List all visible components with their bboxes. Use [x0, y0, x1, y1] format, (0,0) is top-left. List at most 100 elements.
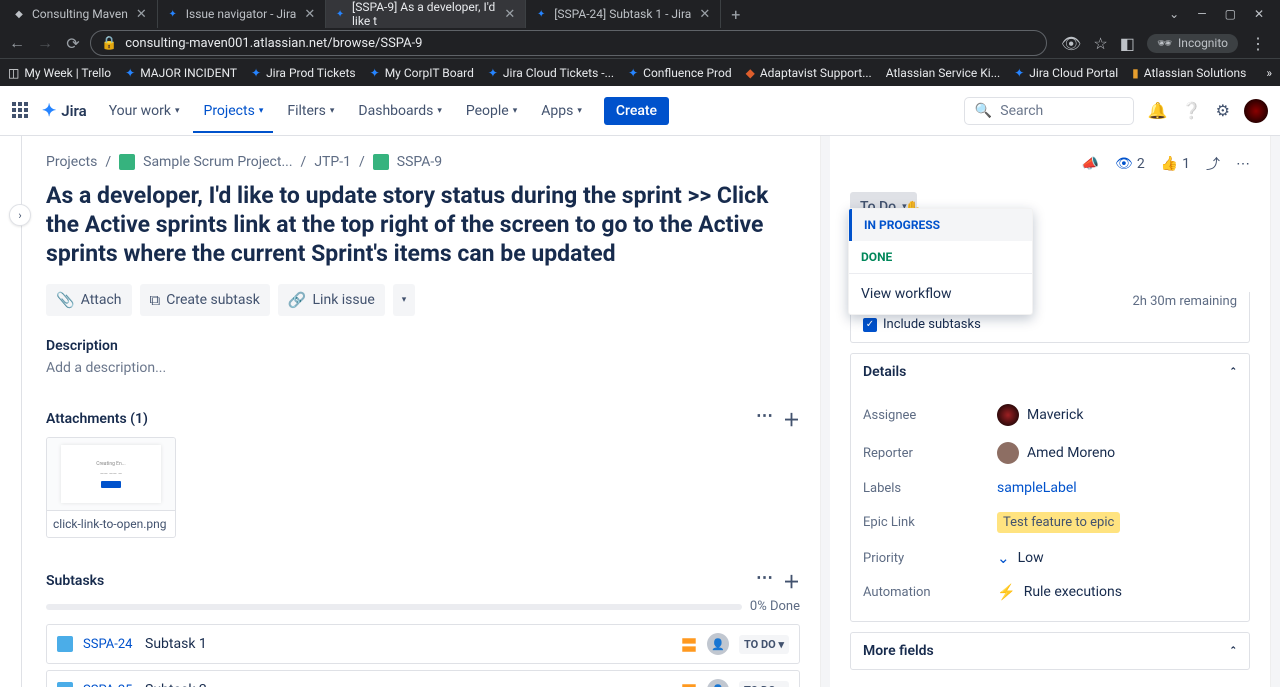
jira-logo[interactable]: ✦Jira: [42, 101, 87, 121]
status-option-done[interactable]: DONE: [849, 241, 1032, 273]
more-fields-header[interactable]: More fields⌃: [851, 633, 1249, 669]
like-button[interactable]: 👍 1: [1161, 156, 1190, 172]
nav-filters[interactable]: Filters▾: [277, 97, 344, 125]
nav-your-work[interactable]: Your work▾: [99, 97, 190, 125]
nav-dashboards[interactable]: Dashboards▾: [348, 97, 451, 125]
back-button[interactable]: ←: [6, 33, 28, 53]
close-icon[interactable]: ✕: [302, 7, 317, 22]
feedback-icon[interactable]: 📣: [1082, 156, 1099, 172]
priority-icon: 〓: [681, 678, 697, 687]
attachment-card[interactable]: Creating En...—— —— — click-link-to-open…: [46, 437, 176, 538]
details-header[interactable]: Details⌃: [851, 354, 1249, 390]
bookmark[interactable]: ✦ Confluence Prod: [628, 66, 732, 80]
address-bar[interactable]: 🔒 consulting-maven001.atlassian.net/brow…: [90, 30, 1047, 56]
chevron-down-icon[interactable]: ⌄: [1169, 7, 1179, 21]
link-dropdown[interactable]: ▾: [393, 284, 416, 316]
new-tab-button[interactable]: +: [721, 5, 750, 24]
priority-value[interactable]: ⌄Low: [997, 549, 1044, 567]
expand-sidebar-button[interactable]: ›: [9, 204, 31, 226]
crumb-parent[interactable]: JTP-1: [314, 154, 351, 170]
subtask-key[interactable]: SSPA-25: [83, 683, 135, 687]
bookmark[interactable]: ✦ Jira Cloud Portal: [1014, 66, 1118, 80]
bookmark[interactable]: ▮ Atlassian Solutions: [1132, 66, 1246, 80]
bookmark[interactable]: ◆ Adaptavist Support...: [746, 66, 872, 80]
assignee-avatar[interactable]: 👤: [707, 679, 729, 687]
eye-off-icon[interactable]: 👁: [1061, 34, 1081, 53]
tab-sspa9[interactable]: ✦[SSPA-9] As a developer, I'd like t✕: [326, 0, 526, 28]
extension-icon[interactable]: ◧: [1120, 34, 1135, 53]
more-icon[interactable]: ⋯: [1236, 156, 1250, 172]
tab-sspa24[interactable]: ✦[SSPA-24] Subtask 1 - Jira✕: [526, 0, 721, 28]
description-field[interactable]: Add a description...: [46, 360, 800, 376]
subtask-row[interactable]: SSPA-24 Subtask 1 〓 👤 TO DO ▾: [46, 624, 800, 664]
create-button[interactable]: Create: [604, 97, 669, 125]
assignee-avatar[interactable]: 👤: [707, 633, 729, 655]
bookmark[interactable]: ◫ My Week | Trello: [8, 66, 111, 80]
help-icon[interactable]: ❔: [1182, 101, 1202, 120]
app-switcher-icon[interactable]: [12, 102, 30, 120]
sidebar-collapsed: ›: [0, 136, 22, 687]
subtask-row[interactable]: SSPA-25 Subtask 2 〓 👤 TO DO ▾: [46, 670, 800, 687]
close-icon[interactable]: ✕: [134, 7, 149, 22]
url-text: consulting-maven001.atlassian.net/browse…: [125, 36, 422, 51]
status-option-in-progress[interactable]: IN PROGRESS: [849, 209, 1032, 241]
bookmarks-overflow[interactable]: »: [1266, 66, 1272, 80]
crumb-project[interactable]: Sample Scrum Project...: [143, 154, 292, 170]
watchers-button[interactable]: 👁 2: [1115, 156, 1145, 172]
nav-projects[interactable]: Projects▾: [193, 89, 273, 133]
maximize-icon[interactable]: ▢: [1225, 7, 1236, 21]
bookmark[interactable]: ✦ Jira Cloud Tickets -...: [488, 66, 614, 80]
bookmark[interactable]: ✦ MAJOR INCIDENT: [125, 66, 237, 80]
subtask-key[interactable]: SSPA-24: [83, 637, 135, 652]
forward-button[interactable]: →: [34, 33, 56, 53]
gear-icon[interactable]: ⚙: [1216, 101, 1230, 120]
priority-icon: 〓: [681, 632, 697, 656]
minimize-icon[interactable]: —: [1197, 7, 1206, 21]
crumb-projects[interactable]: Projects: [46, 154, 97, 170]
subtask-status[interactable]: TO DO ▾: [739, 635, 789, 654]
epic-link-chip[interactable]: Test feature to epic: [997, 512, 1120, 533]
add-icon[interactable]: ＋: [783, 406, 800, 431]
include-subtasks-checkbox[interactable]: ✓: [863, 318, 877, 332]
scrollbar[interactable]: [1270, 136, 1280, 687]
lock-icon: 🔒: [101, 36, 117, 51]
close-icon[interactable]: ✕: [697, 7, 712, 22]
scrollbar[interactable]: [820, 136, 830, 687]
star-icon[interactable]: ☆: [1093, 34, 1107, 53]
more-icon[interactable]: ⋯: [756, 406, 773, 431]
automation-value[interactable]: ⚡Rule executions: [997, 583, 1122, 601]
reporter-value[interactable]: Amed Moreno: [997, 442, 1115, 464]
link-issue-button[interactable]: 🔗Link issue: [278, 284, 385, 316]
bookmark[interactable]: ✦ Jira Prod Tickets: [251, 66, 356, 80]
nav-people[interactable]: People▾: [456, 97, 527, 125]
search-input[interactable]: 🔍Search: [964, 97, 1134, 125]
more-fields-panel: More fields⌃: [850, 632, 1250, 670]
attach-button[interactable]: 📎Attach: [46, 284, 132, 316]
bookmark[interactable]: ✦ My CorpIT Board: [370, 66, 474, 80]
nav-apps[interactable]: Apps▾: [531, 97, 592, 125]
avatar: [997, 442, 1019, 464]
label-value[interactable]: sampleLabel: [997, 480, 1077, 496]
assignee-value[interactable]: Maverick: [997, 404, 1083, 426]
more-icon[interactable]: ⋯: [756, 568, 773, 593]
tab-consulting[interactable]: ◆Consulting Maven✕: [4, 0, 158, 28]
share-icon[interactable]: ⤴: [1206, 154, 1220, 174]
menu-icon[interactable]: ⋮: [1250, 34, 1266, 53]
bell-icon[interactable]: 🔔: [1148, 101, 1168, 120]
create-subtask-button[interactable]: ⧉Create subtask: [140, 284, 270, 316]
subtask-status[interactable]: TO DO ▾: [739, 681, 789, 687]
view-workflow-button[interactable]: View workflow: [849, 274, 1032, 314]
issue-title[interactable]: As a developer, I'd like to update story…: [46, 182, 786, 268]
close-icon[interactable]: ✕: [502, 7, 517, 22]
bookmark[interactable]: Atlassian Service Ki...: [886, 66, 1001, 80]
status-dropdown-menu: IN PROGRESS DONE View workflow: [848, 208, 1033, 315]
avatar[interactable]: [1244, 99, 1268, 123]
tab-issue-nav[interactable]: ✦Issue navigator - Jira✕: [158, 0, 326, 28]
add-icon[interactable]: ＋: [783, 568, 800, 593]
field-label: Epic Link: [863, 515, 997, 530]
subtask-name: Subtask 2: [145, 682, 671, 687]
close-window-icon[interactable]: ✕: [1254, 7, 1264, 21]
crumb-key[interactable]: SSPA-9: [397, 154, 442, 170]
reload-button[interactable]: ⟳: [62, 34, 84, 53]
subtask-progress-bar: [46, 604, 742, 610]
